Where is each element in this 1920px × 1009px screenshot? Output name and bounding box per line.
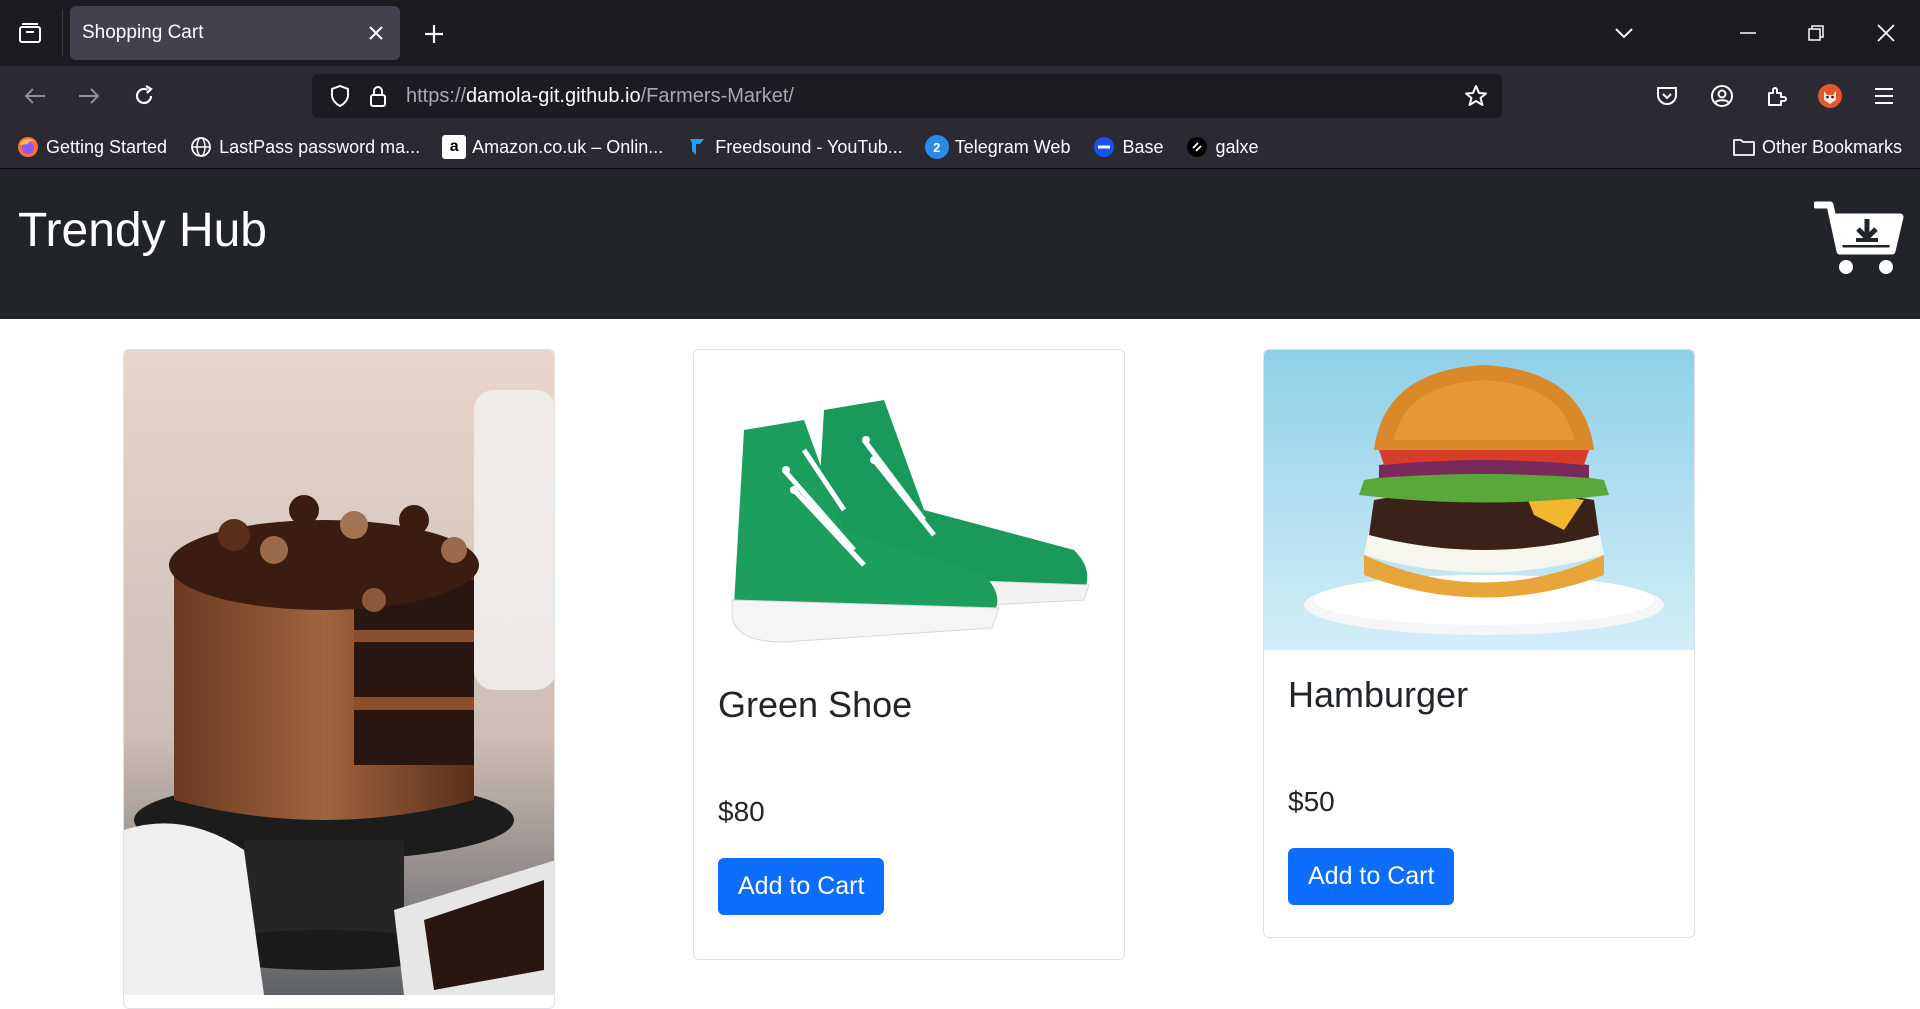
base-icon xyxy=(1092,135,1116,159)
account-icon xyxy=(1711,85,1733,107)
forward-arrow-icon xyxy=(79,88,100,104)
bookmark-galxe[interactable]: galxe xyxy=(1185,135,1259,159)
product-grid: Green Shoe $80 Add to Cart Hamburger $50… xyxy=(0,349,1920,1009)
plus-icon xyxy=(425,25,443,43)
telegram-icon: 2 xyxy=(924,135,949,159)
add-to-cart-button[interactable]: Add to Cart xyxy=(718,858,885,915)
bookmark-getting-started[interactable]: Getting Started xyxy=(16,135,167,159)
globe-icon xyxy=(189,135,213,159)
tab-strip: Shopping Cart xyxy=(0,0,1920,66)
site-title: Trendy Hub xyxy=(18,204,267,257)
chocolate-cake-image xyxy=(124,350,554,995)
bookmark-label: LastPass password ma... xyxy=(219,136,421,157)
pocket-button[interactable] xyxy=(1650,79,1684,113)
back-arrow-icon xyxy=(24,88,45,104)
product-price: $50 xyxy=(1288,786,1335,817)
product-title: Hamburger xyxy=(1288,674,1469,715)
close-window-icon xyxy=(1877,24,1895,42)
freedsound-icon xyxy=(685,135,709,159)
bookmark-label: Getting Started xyxy=(46,136,168,157)
bookmark-lastpass[interactable]: LastPass password ma... xyxy=(189,135,420,159)
amazon-icon: a xyxy=(442,135,467,159)
other-bookmarks-label: Other Bookmarks xyxy=(1761,136,1902,157)
new-tab-button[interactable] xyxy=(418,18,450,50)
puzzle-icon xyxy=(1768,87,1787,106)
close-icon xyxy=(369,26,383,40)
chevron-down-icon xyxy=(1615,28,1633,39)
url-scheme: https:// xyxy=(406,84,467,107)
lock-icon[interactable] xyxy=(362,80,394,112)
folder-icon xyxy=(1732,135,1756,159)
browser-chrome: Shopping Cart https://damola-git.github.… xyxy=(0,0,1920,169)
minimize-button[interactable] xyxy=(1730,16,1766,50)
bookmark-telegram[interactable]: 2 Telegram Web xyxy=(924,135,1071,159)
bookmark-label: Amazon.co.uk – Onlin... xyxy=(472,136,664,157)
extensions-button[interactable] xyxy=(1760,79,1794,113)
back-button[interactable] xyxy=(18,79,52,113)
site-header: Trendy Hub xyxy=(0,169,1920,319)
bookmark-label: Freedsound - YouTub... xyxy=(715,136,903,157)
green-shoe-image xyxy=(694,350,1124,660)
product-card xyxy=(123,349,555,1009)
pocket-icon xyxy=(1657,87,1677,105)
galxe-icon xyxy=(1185,135,1209,159)
tracking-protection-shield-icon[interactable] xyxy=(324,80,356,112)
url-bar[interactable]: https://damola-git.github.io/Farmers-Mar… xyxy=(312,74,1502,118)
bookmark-label: galxe xyxy=(1215,136,1259,157)
product-card: Hamburger $50 Add to Cart xyxy=(1263,349,1695,938)
tab-divider xyxy=(62,10,63,56)
firefox-view-icon xyxy=(19,23,41,43)
product-card: Green Shoe $80 Add to Cart xyxy=(693,349,1125,960)
nav-toolbar: https://damola-git.github.io/Farmers-Mar… xyxy=(0,66,1920,126)
restore-icon xyxy=(1808,25,1824,41)
star-icon xyxy=(1465,85,1487,106)
bookmark-star-button[interactable] xyxy=(1460,80,1492,112)
close-tab-button[interactable] xyxy=(364,21,388,45)
url-path: /Farmers-Market/ xyxy=(640,84,794,107)
firefox-icon xyxy=(16,135,40,159)
account-button[interactable] xyxy=(1705,79,1739,113)
tab-shopping-cart[interactable]: Shopping Cart xyxy=(70,6,400,60)
reload-icon xyxy=(135,85,153,105)
bookmark-label: Base xyxy=(1122,136,1164,157)
bookmarks-toolbar: Getting Started LastPass password ma... … xyxy=(0,126,1920,169)
firefox-view-button[interactable] xyxy=(12,16,48,50)
tab-title: Shopping Cart xyxy=(82,22,204,43)
extension-fox-button[interactable] xyxy=(1813,79,1847,113)
card-body: Hamburger $50 Add to Cart xyxy=(1264,650,1694,929)
close-window-button[interactable] xyxy=(1868,16,1904,50)
url-text: https://damola-git.github.io/Farmers-Mar… xyxy=(406,85,794,108)
product-price: $80 xyxy=(718,796,765,827)
other-bookmarks-button[interactable]: Other Bookmarks xyxy=(1732,135,1902,159)
restore-button[interactable] xyxy=(1798,16,1834,50)
cart-download-icon[interactable] xyxy=(1812,199,1904,279)
forward-button[interactable] xyxy=(72,79,106,113)
add-to-cart-button[interactable]: Add to Cart xyxy=(1288,848,1455,905)
bookmark-base[interactable]: Base xyxy=(1092,135,1163,159)
fox-extension-icon xyxy=(1818,84,1842,108)
list-all-tabs-button[interactable] xyxy=(1606,16,1642,50)
reload-button[interactable] xyxy=(127,79,161,113)
bookmark-label: Telegram Web xyxy=(954,136,1071,157)
product-title: Green Shoe xyxy=(718,684,913,725)
bookmark-amazon[interactable]: a Amazon.co.uk – Onlin... xyxy=(442,135,663,159)
hamburger-image xyxy=(1264,350,1694,650)
hamburger-menu-icon xyxy=(1875,88,1893,104)
bookmark-freedsound[interactable]: Freedsound - YouTub... xyxy=(685,135,903,159)
minimize-icon xyxy=(1740,32,1756,34)
card-body: Green Shoe $80 Add to Cart xyxy=(694,660,1124,939)
url-host: damola-git.github.io xyxy=(466,84,641,107)
app-menu-button[interactable] xyxy=(1867,79,1901,113)
